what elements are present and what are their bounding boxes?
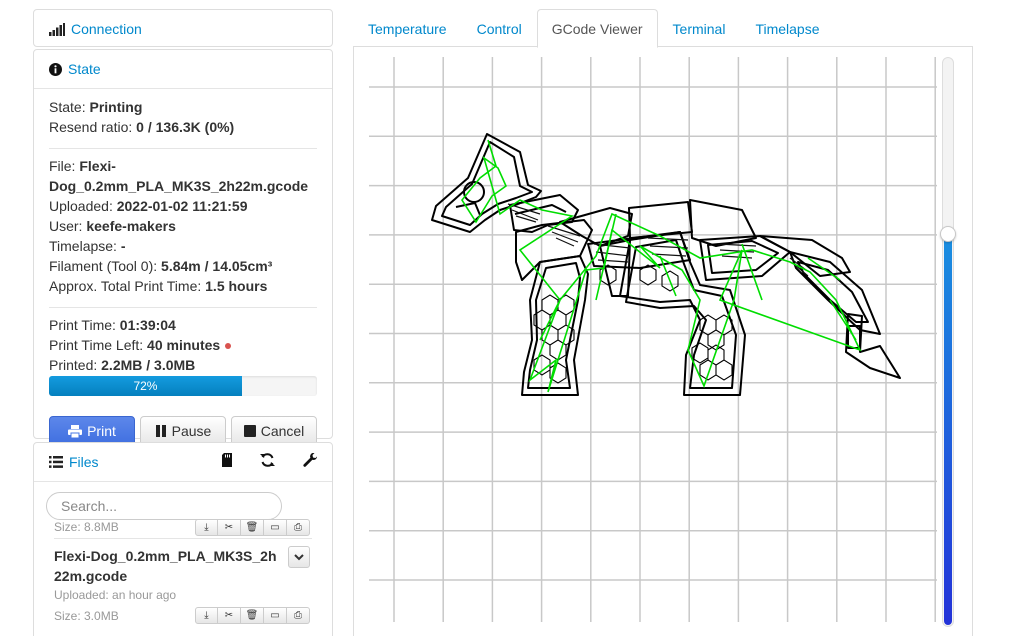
prev-file-actions: ⤓ ✂ 🗑 ▭ ⎙ — [195, 518, 310, 536]
divider — [49, 307, 317, 308]
layer-slider-handle[interactable] — [940, 225, 956, 242]
divider — [49, 148, 317, 149]
time-left-row: Print Time Left: 40 minutes — [49, 335, 317, 355]
filament-row: Filament (Tool 0): 5.84m / 14.05cm³ — [49, 258, 273, 274]
connection-title[interactable]: Connection — [71, 21, 142, 37]
slice-icon[interactable]: ✂ — [218, 607, 241, 624]
printer-icon — [68, 424, 83, 438]
wrench-icon[interactable] — [303, 452, 318, 471]
refresh-icon[interactable] — [260, 453, 275, 471]
delete-icon[interactable]: 🗑 — [241, 518, 264, 536]
file-uploaded: Uploaded: an hour ago — [54, 588, 177, 602]
print-file-icon[interactable]: ⎙ — [287, 518, 310, 536]
file-name: Flexi-Dog_0.2mm_PLA_MK3S_2h — [54, 548, 277, 564]
user-row: User: keefe-makers — [49, 218, 176, 234]
stop-icon — [243, 425, 256, 437]
tab-control[interactable]: Control — [462, 9, 537, 47]
pause-icon — [155, 425, 167, 437]
state-header[interactable]: State — [34, 50, 332, 88]
printed-row: Printed: 2.2MB / 3.0MB — [49, 357, 196, 373]
uploaded-row: Uploaded: 2022-01-02 11:21:59 — [49, 198, 248, 214]
file-search-input[interactable] — [46, 492, 282, 520]
print-time-row: Print Time: 01:39:04 — [49, 317, 176, 333]
folder-icon[interactable]: ▭ — [264, 518, 287, 536]
layer-slider-fill — [944, 233, 952, 625]
tab-terminal[interactable]: Terminal — [658, 9, 741, 47]
slice-icon[interactable]: ✂ — [218, 518, 241, 536]
chevron-down-icon[interactable] — [288, 546, 310, 568]
files-panel: Files Size: 8.8MB ⤓ ✂ 🗑 ▭ ⎙ Flexi-Dog_0.… — [33, 442, 333, 636]
file-name-cont: 22m.gcode — [54, 568, 128, 584]
timelapse-row: Timelapse: - — [49, 238, 126, 254]
state-title[interactable]: State — [68, 61, 101, 77]
signal-icon — [49, 22, 65, 36]
state-panel: State State: Printing Resend ratio: 0 / … — [33, 49, 333, 446]
folder-icon[interactable]: ▭ — [264, 607, 287, 624]
tab-temperature[interactable]: Temperature — [353, 9, 462, 47]
file-row: File: Flexi- — [49, 158, 116, 174]
sd-card-icon[interactable] — [222, 453, 232, 471]
resend-ratio-value: 0 / 136.3K (0%) — [136, 119, 235, 135]
progress-bar: 72% — [49, 376, 242, 396]
file-list-item[interactable]: Flexi-Dog_0.2mm_PLA_MK3S_2h 22m.gcode Up… — [34, 539, 332, 624]
resend-ratio-row: Resend ratio: 0 / 136.3K (0%) — [49, 119, 235, 135]
file-actions: ⤓ ✂ 🗑 ▭ ⎙ — [195, 607, 310, 624]
files-title-link[interactable]: Files — [49, 454, 99, 470]
connection-header[interactable]: Connection — [34, 10, 332, 48]
list-icon — [49, 456, 63, 468]
download-icon[interactable]: ⤓ — [195, 518, 218, 536]
download-icon[interactable]: ⤓ — [195, 607, 218, 624]
total-time-row: Approx. Total Print Time: 1.5 hours — [49, 278, 268, 294]
state-value: Printing — [89, 99, 143, 115]
state-row: State: Printing — [49, 99, 143, 115]
status-dot-icon — [225, 343, 232, 350]
file-size: Size: 3.0MB — [54, 608, 119, 623]
prev-file-size: Size: 8.8MB — [54, 520, 119, 534]
files-header: Files — [34, 443, 332, 481]
info-circle-icon — [49, 62, 62, 76]
main-tabs: Temperature Control GCode Viewer Termina… — [353, 9, 835, 48]
file-value: Dog_0.2mm_PLA_MK3S_2h22m.gcode — [49, 178, 309, 194]
delete-icon[interactable]: 🗑 — [241, 607, 264, 624]
connection-panel: Connection — [33, 9, 333, 47]
files-title[interactable]: Files — [69, 454, 99, 470]
file-row-cont: Dog_0.2mm_PLA_MK3S_2h22m.gcode — [49, 176, 317, 196]
gcode-viewer — [353, 46, 973, 636]
tab-timelapse[interactable]: Timelapse — [740, 9, 834, 47]
print-file-icon[interactable]: ⎙ — [287, 607, 310, 624]
tab-gcode-viewer[interactable]: GCode Viewer — [536, 9, 658, 48]
print-progress: 72% — [49, 376, 317, 396]
